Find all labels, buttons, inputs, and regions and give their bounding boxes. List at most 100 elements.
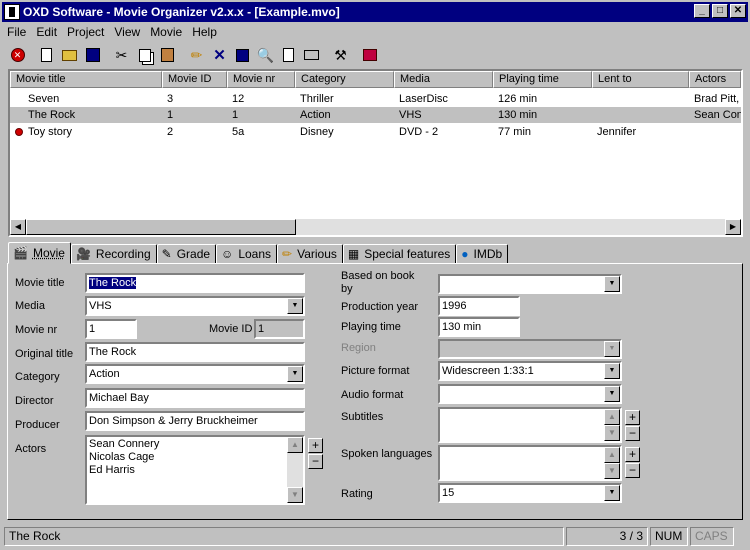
tab-loans[interactable]: ☺ Loans	[216, 244, 278, 264]
actor-item[interactable]: Sean Connery	[89, 438, 301, 451]
scroll-thumb[interactable]	[26, 219, 296, 235]
playing-time-field[interactable]: 130 min	[438, 317, 520, 337]
spoken-languages-list[interactable]: ▲ ▼	[438, 445, 622, 481]
col-actors[interactable]: Actors	[689, 71, 741, 88]
tab-recording[interactable]: 🎥 Recording	[70, 244, 157, 264]
add-actor-button[interactable]: +	[308, 438, 323, 453]
menu-view[interactable]: View	[109, 25, 145, 39]
original-title-label: Original title	[15, 348, 74, 360]
scroll-down-icon[interactable]: ▼	[604, 425, 620, 441]
original-title-value: The Rock	[89, 346, 137, 358]
remove-language-button[interactable]: −	[625, 463, 640, 478]
scroll-up-icon[interactable]: ▲	[604, 409, 620, 425]
save-button[interactable]	[81, 44, 104, 66]
media-select[interactable]: VHS ▼	[85, 296, 305, 316]
actor-item[interactable]: Ed Harris	[89, 464, 301, 477]
toolbar: ✕ ✂ ✏ ✕ 🔍 ⚒	[2, 42, 748, 68]
chevron-down-icon[interactable]: ▼	[604, 386, 620, 402]
actors-list[interactable]: Sean Connery Nicolas Cage Ed Harris ▲ ▼	[85, 435, 305, 505]
delete-button[interactable]: ✕	[208, 44, 231, 66]
tab-movie[interactable]: 🎬 Movie	[8, 242, 71, 264]
table-row[interactable]: Seven 3 12 Thriller LaserDisc 126 min Br…	[10, 91, 741, 107]
scroll-up-icon[interactable]: ▲	[604, 447, 620, 463]
menu-edit[interactable]: Edit	[31, 25, 62, 39]
tab-special-features[interactable]: ▦ Special features	[342, 244, 457, 264]
movie-nr-field[interactable]: 1	[85, 319, 137, 339]
director-field[interactable]: Michael Bay	[85, 388, 305, 408]
media-label: Media	[15, 300, 45, 312]
tab-grade[interactable]: ✎ Grade	[156, 244, 217, 264]
delete-icon: ✕	[213, 47, 226, 64]
minimize-button[interactable]: _	[694, 4, 710, 18]
close-button[interactable]: ✕	[730, 4, 746, 18]
pencil-icon: ✏	[282, 247, 293, 261]
chevron-down-icon[interactable]: ▼	[287, 366, 303, 382]
subtitles-scrollbar[interactable]: ▲ ▼	[604, 409, 620, 441]
movie-list[interactable]: Movie title Movie ID Movie nr Category M…	[8, 69, 743, 237]
open-button[interactable]	[58, 44, 81, 66]
producer-field[interactable]: Don Simpson & Jerry Bruckheimer	[85, 411, 305, 431]
tab-various[interactable]: ✏ Various	[277, 244, 343, 264]
add-language-button[interactable]: +	[625, 447, 640, 462]
col-lent-to[interactable]: Lent to	[592, 71, 689, 88]
col-playing-time[interactable]: Playing time	[493, 71, 592, 88]
table-row-selected[interactable]: The Rock 1 1 Action VHS 130 min Sean Con	[10, 107, 741, 123]
category-select[interactable]: Action ▼	[85, 364, 305, 384]
remove-subtitle-button[interactable]: −	[625, 426, 640, 441]
cut-button[interactable]: ✂	[110, 44, 133, 66]
table-row[interactable]: Toy story 2 5a Disney DVD - 2 77 min Jen…	[10, 124, 741, 140]
col-media[interactable]: Media	[394, 71, 493, 88]
paste-button[interactable]	[156, 44, 179, 66]
based-on-select[interactable]: ▼	[438, 274, 622, 294]
chevron-down-icon[interactable]: ▼	[604, 485, 620, 501]
rating-select[interactable]: 15 ▼	[438, 483, 622, 503]
actors-scrollbar[interactable]: ▲ ▼	[287, 437, 303, 503]
languages-scrollbar[interactable]: ▲ ▼	[604, 447, 620, 479]
category-value: Action	[89, 368, 120, 380]
col-movie-id[interactable]: Movie ID	[162, 71, 227, 88]
cell-id: 1	[167, 109, 174, 121]
edit-button[interactable]: ✏	[185, 44, 208, 66]
subtitles-list[interactable]: ▲ ▼	[438, 407, 622, 443]
scroll-left-icon[interactable]: ◀	[10, 219, 26, 235]
tab-imdb[interactable]: ● IMDb	[456, 244, 509, 264]
book-button[interactable]	[358, 44, 381, 66]
chevron-down-icon[interactable]: ▼	[604, 276, 620, 292]
cell-lent: Jennifer	[597, 126, 637, 138]
production-year-field[interactable]: 1996	[438, 296, 520, 316]
original-title-field[interactable]: The Rock	[85, 342, 305, 362]
audio-format-select[interactable]: ▼	[438, 384, 622, 404]
new-file-icon	[41, 48, 52, 62]
save-record-button[interactable]	[231, 44, 254, 66]
scroll-down-icon[interactable]: ▼	[287, 487, 303, 503]
chevron-down-icon[interactable]: ▼	[604, 363, 620, 379]
menu-movie[interactable]: Movie	[145, 25, 187, 39]
actor-item[interactable]: Nicolas Cage	[89, 451, 301, 464]
col-movie-nr[interactable]: Movie nr	[227, 71, 295, 88]
exit-button[interactable]: ✕	[6, 44, 29, 66]
menu-file[interactable]: File	[2, 25, 31, 39]
col-category[interactable]: Category	[295, 71, 394, 88]
preview-button[interactable]	[277, 44, 300, 66]
add-subtitle-button[interactable]: +	[625, 410, 640, 425]
remove-actor-button[interactable]: −	[308, 454, 323, 469]
tools-button[interactable]: ⚒	[329, 44, 352, 66]
new-button[interactable]	[35, 44, 58, 66]
print-button[interactable]	[300, 44, 323, 66]
chevron-down-icon[interactable]: ▼	[287, 298, 303, 314]
maximize-button[interactable]: □	[712, 4, 728, 18]
horizontal-scrollbar[interactable]: ◀ ▶	[10, 219, 741, 235]
picture-format-select[interactable]: Widescreen 1:33:1 ▼	[438, 361, 622, 381]
col-movie-title[interactable]: Movie title	[10, 71, 162, 88]
copy-button[interactable]	[133, 44, 156, 66]
scroll-right-icon[interactable]: ▶	[725, 219, 741, 235]
menu-project[interactable]: Project	[62, 25, 109, 39]
cell-category: Action	[300, 109, 331, 121]
movie-title-field[interactable]: The Rock	[85, 273, 305, 293]
cell-title: Toy story	[28, 126, 73, 138]
cell-nr: 1	[232, 109, 239, 121]
scroll-down-icon[interactable]: ▼	[604, 463, 620, 479]
find-button[interactable]: 🔍	[254, 44, 277, 66]
menu-help[interactable]: Help	[187, 25, 222, 39]
scroll-up-icon[interactable]: ▲	[287, 437, 303, 453]
